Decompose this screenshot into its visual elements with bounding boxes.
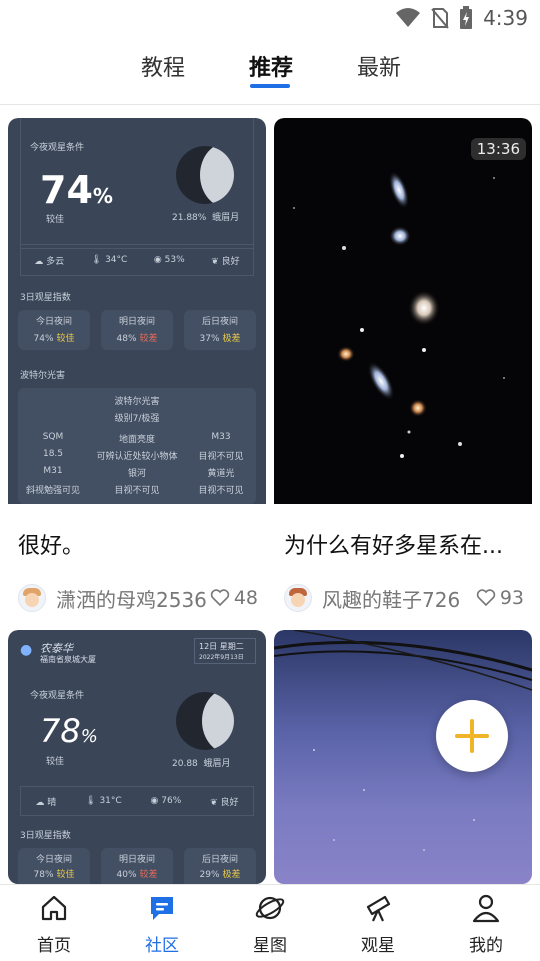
air-value: ❦ 良好 <box>211 256 240 267</box>
post-card[interactable]: 今夜观星条件 74% 较佳 21.88% 蛾眉月 ☁ 多云 🌡 34°C ◉ 5… <box>8 118 266 618</box>
like-button[interactable]: 48 <box>210 587 258 609</box>
moon-icon <box>176 692 234 750</box>
conditions-row: ☁ 多云 🌡 34°C ◉ 53% ❦ 良好 <box>20 244 254 276</box>
post-image[interactable]: 今夜观星条件 74% 较佳 21.88% 蛾眉月 ☁ 多云 🌡 34°C ◉ 5… <box>8 118 266 504</box>
no-sim-icon <box>431 8 449 29</box>
forecast-item: 今日夜间 74% 较佳 <box>18 310 90 350</box>
video-duration-badge: 13:36 <box>470 138 526 160</box>
temp-value: 🌡 31°C <box>85 796 122 806</box>
create-post-button[interactable] <box>436 700 508 772</box>
clock: 4:39 <box>483 6 528 30</box>
status-icons: 4:39 <box>395 6 528 30</box>
battery-charging-icon <box>460 6 473 29</box>
location-pin-icon: ● <box>20 642 33 658</box>
tab-recommended[interactable]: 推荐 <box>249 50 293 82</box>
telescope-icon <box>366 895 391 922</box>
temp-value: 🌡 34°C <box>90 255 128 265</box>
cloud-value: ☁ 多云 <box>34 256 65 267</box>
humidity-value: ◉ 53% <box>153 255 185 265</box>
moon-info: 21.88% 蛾眉月 <box>172 213 240 223</box>
author-name[interactable]: 风趣的鞋子726 <box>322 584 460 613</box>
avatar[interactable] <box>284 584 312 612</box>
screenshot-heading: 今夜观星条件 <box>30 691 85 701</box>
home-icon <box>41 895 67 921</box>
nav-community[interactable]: 社区 <box>122 893 202 956</box>
planet-icon <box>255 896 285 920</box>
tab-tutorial[interactable]: 教程 <box>141 50 185 82</box>
like-count: 93 <box>499 587 524 609</box>
community-chat-icon <box>151 897 173 920</box>
score: 78% <box>40 712 98 750</box>
post-meta: 潇洒的母鸡2536 48 <box>18 584 258 612</box>
forecast-item: 明日夜间 40% 较差 <box>101 848 173 884</box>
bortle-panel: 波特尔光害 级别7/极强 SQM 地面亮度 M33 18.5 可辨认近处较小物体 目视不… <box>18 388 256 504</box>
conditions-row: ☁ 晴 🌡 31°C ◉ 76% ❦ 良好 <box>20 786 254 816</box>
cloud-value: ☁ 晴 <box>35 797 57 808</box>
weather-screenshot: ● 农泰华 福南省泉城大厦 12日 星期二 2022年9月13日 今夜观星条件 … <box>8 630 266 884</box>
plus-icon <box>455 719 489 753</box>
score-grade: 较佳 <box>46 757 65 767</box>
forecast-title: 3日观星指数 <box>20 831 71 841</box>
post-meta: 风趣的鞋子726 93 <box>284 584 524 612</box>
galaxy-photo <box>293 171 505 458</box>
moon-info: 20.88 蛾眉月 <box>172 759 231 769</box>
post-video[interactable]: 13:36 <box>274 118 532 504</box>
forecast-item: 今日夜间 78% 较佳 <box>18 848 90 884</box>
forecast-item: 明日夜间 48% 较差 <box>101 310 173 350</box>
bortle-title: 波特尔光害 <box>20 371 66 381</box>
forecast-item: 后日夜间 37% 极差 <box>184 310 256 350</box>
post-title[interactable]: 很好。 <box>18 528 258 560</box>
heart-icon <box>210 589 229 607</box>
weather-screenshot: 今夜观星条件 74% 较佳 21.88% 蛾眉月 ☁ 多云 🌡 34°C ◉ 5… <box>8 118 266 504</box>
post-title[interactable]: 为什么有好多星系在... <box>284 528 524 560</box>
score: 74% <box>40 168 113 212</box>
like-count: 48 <box>233 587 258 609</box>
air-value: ❦ 良好 <box>210 797 239 808</box>
tab-latest[interactable]: 最新 <box>357 50 401 82</box>
nav-home[interactable]: 首页 <box>14 893 94 956</box>
post-card[interactable]: ● 农泰华 福南省泉城大厦 12日 星期二 2022年9月13日 今夜观星条件 … <box>8 630 266 884</box>
date-box: 12日 星期二 2022年9月13日 <box>194 638 256 664</box>
moon-icon <box>176 146 234 204</box>
profile-icon <box>472 894 500 923</box>
wifi-icon <box>396 8 421 27</box>
avatar[interactable] <box>18 584 46 612</box>
active-tab-indicator <box>250 84 290 88</box>
forecast-title: 3日观星指数 <box>20 293 71 303</box>
nav-star-map[interactable]: 星图 <box>230 893 310 956</box>
post-image[interactable]: ● 农泰华 福南省泉城大厦 12日 星期二 2022年9月13日 今夜观星条件 … <box>8 630 266 884</box>
nav-profile[interactable]: 我的 <box>446 893 526 956</box>
status-bar: 4:39 <box>0 0 540 36</box>
forecast-item: 后日夜间 29% 极差 <box>184 848 256 884</box>
screenshot-heading: 今夜观星条件 <box>30 143 85 153</box>
top-tabs: 教程 推荐 最新 <box>0 44 540 105</box>
humidity-value: ◉ 76% <box>150 796 182 806</box>
author-name[interactable]: 潇洒的母鸡2536 <box>56 584 207 613</box>
galaxy-image: 13:36 <box>274 118 532 504</box>
score-grade: 较佳 <box>46 215 65 225</box>
like-button[interactable]: 93 <box>476 587 524 609</box>
bottom-navigation: 首页 社区 星图 观星 我的 <box>0 884 540 961</box>
location-sub: 福南省泉城大厦 <box>40 655 96 664</box>
heart-icon <box>476 589 495 607</box>
post-card[interactable]: 13:36 为什么有好多星系在... 风趣的鞋子726 93 <box>274 118 532 618</box>
nav-stargazing[interactable]: 观星 <box>338 893 418 956</box>
